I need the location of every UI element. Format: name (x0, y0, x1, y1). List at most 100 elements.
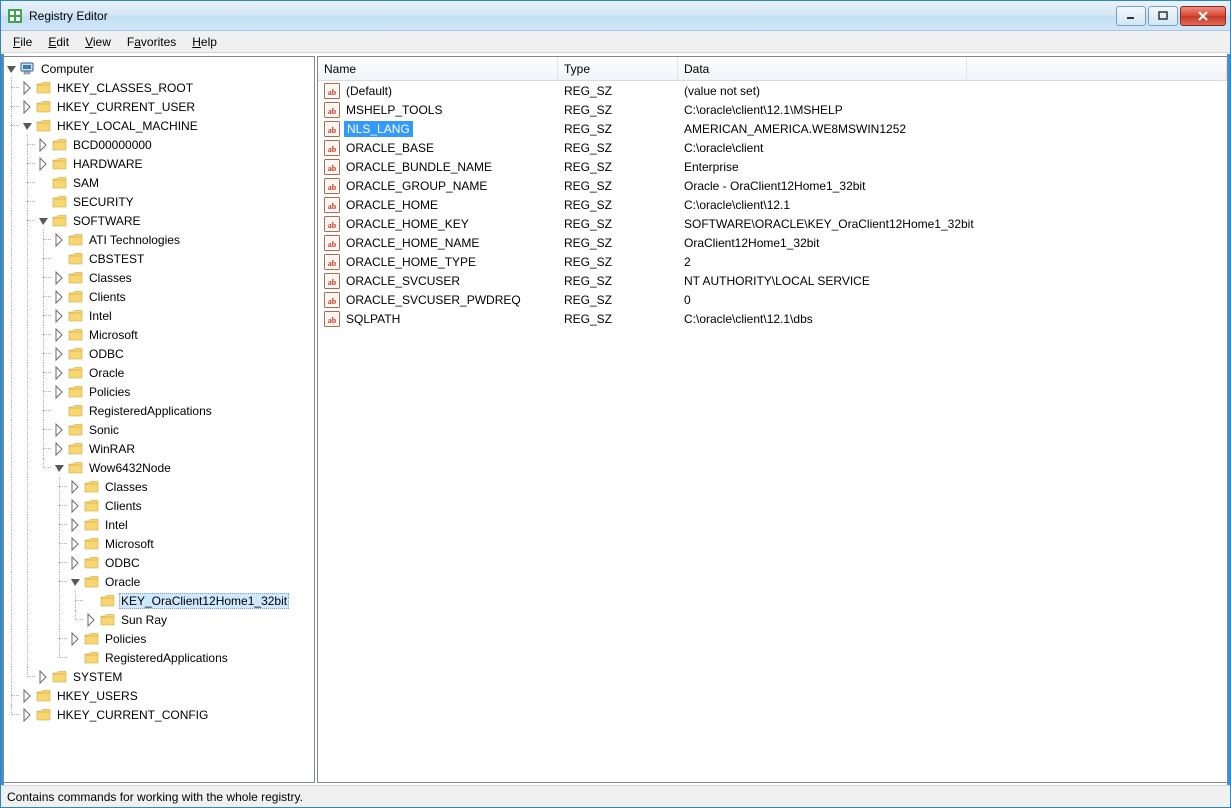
expand-icon[interactable] (68, 517, 84, 533)
tree-node[interactable]: Microsoft (4, 325, 314, 344)
expand-icon[interactable] (52, 384, 68, 400)
expand-icon[interactable] (52, 232, 68, 248)
tree-node[interactable]: HKEY_USERS (4, 686, 314, 705)
tree-node[interactable]: Policies (4, 629, 314, 648)
tree-node[interactable]: Intel (4, 306, 314, 325)
list-row[interactable]: SQLPATHREG_SZC:\oracle\client\12.1\dbs (318, 309, 1227, 328)
expand-icon[interactable] (52, 308, 68, 324)
list-row[interactable]: ORACLE_SVCUSERREG_SZNT AUTHORITY\LOCAL S… (318, 271, 1227, 290)
list-row[interactable]: ORACLE_HOME_NAMEREG_SZOraClient12Home1_3… (318, 233, 1227, 252)
list-row[interactable]: ORACLE_HOME_TYPEREG_SZ2 (318, 252, 1227, 271)
menu-view[interactable]: View (77, 31, 119, 52)
tree-node[interactable]: Intel (4, 515, 314, 534)
expand-icon[interactable] (52, 289, 68, 305)
tree-node[interactable]: HKEY_LOCAL_MACHINE (4, 116, 314, 135)
expand-icon[interactable] (52, 327, 68, 343)
titlebar[interactable]: Registry Editor (1, 1, 1230, 31)
expand-icon[interactable] (36, 156, 52, 172)
expand-icon[interactable] (68, 479, 84, 495)
expand-icon[interactable] (36, 669, 52, 685)
expand-icon[interactable] (52, 270, 68, 286)
collapse-icon[interactable] (4, 61, 20, 77)
menu-favorites[interactable]: Favorites (119, 31, 184, 52)
menu-file[interactable]: File (5, 31, 40, 52)
folder-icon (68, 289, 84, 305)
tree-node[interactable]: BCD00000000 (4, 135, 314, 154)
expand-icon[interactable] (20, 80, 36, 96)
tree-node[interactable]: SOFTWARE (4, 211, 314, 230)
value-data: SOFTWARE\ORACLE\KEY_OraClient12Home1_32b… (678, 217, 1227, 231)
list-row[interactable]: ORACLE_BASEREG_SZC:\oracle\client (318, 138, 1227, 157)
tree-node[interactable]: Oracle (4, 572, 314, 591)
tree-node[interactable]: Sonic (4, 420, 314, 439)
tree-node[interactable]: Computer (4, 59, 314, 78)
tree-node[interactable]: KEY_OraClient12Home1_32bit (4, 591, 314, 610)
expand-icon[interactable] (52, 422, 68, 438)
value-list[interactable]: Name Type Data (Default)REG_SZ(value not… (317, 56, 1228, 783)
menu-help[interactable]: Help (184, 31, 225, 52)
value-data: Enterprise (678, 160, 1227, 174)
expand-icon[interactable] (52, 346, 68, 362)
tree-node[interactable]: Clients (4, 287, 314, 306)
folder-icon (68, 251, 84, 267)
menu-edit[interactable]: Edit (40, 31, 77, 52)
list-row[interactable]: ORACLE_SVCUSER_PWDREQREG_SZ0 (318, 290, 1227, 309)
tree-node[interactable]: HKEY_CURRENT_USER (4, 97, 314, 116)
tree-node[interactable]: HKEY_CLASSES_ROOT (4, 78, 314, 97)
maximize-button[interactable] (1148, 6, 1178, 26)
tree-node[interactable]: Microsoft (4, 534, 314, 553)
tree-node[interactable]: RegisteredApplications (4, 401, 314, 420)
reg-string-icon (324, 311, 340, 327)
registry-tree[interactable]: ComputerHKEY_CLASSES_ROOT HKEY_CURRENT_US… (3, 56, 315, 783)
collapse-icon[interactable] (20, 118, 36, 134)
column-data[interactable]: Data (678, 57, 967, 80)
expand-icon[interactable] (68, 536, 84, 552)
tree-node[interactable]: RegisteredApplications (4, 648, 314, 667)
tree-node[interactable]: ODBC (4, 344, 314, 363)
list-row[interactable]: ORACLE_BUNDLE_NAMEREG_SZEnterprise (318, 157, 1227, 176)
collapse-icon[interactable] (52, 460, 68, 476)
list-row[interactable]: MSHELP_TOOLSREG_SZC:\oracle\client\12.1\… (318, 100, 1227, 119)
expand-icon[interactable] (52, 365, 68, 381)
expand-icon[interactable] (68, 555, 84, 571)
expand-icon[interactable] (68, 631, 84, 647)
tree-node-label: HKEY_CURRENT_USER (55, 99, 197, 115)
tree-node[interactable]: SECURITY (4, 192, 314, 211)
tree-node[interactable]: SAM (4, 173, 314, 192)
column-type[interactable]: Type (558, 57, 678, 80)
list-row[interactable]: ORACLE_GROUP_NAMEREG_SZOracle - OraClien… (318, 176, 1227, 195)
collapse-icon[interactable] (68, 574, 84, 590)
expand-icon[interactable] (84, 612, 100, 628)
tree-node[interactable]: Sun Ray (4, 610, 314, 629)
list-row[interactable]: ORACLE_HOMEREG_SZC:\oracle\client\12.1 (318, 195, 1227, 214)
tree-node[interactable]: SYSTEM (4, 667, 314, 686)
tree-node[interactable]: WinRAR (4, 439, 314, 458)
minimize-button[interactable] (1116, 6, 1146, 26)
tree-node[interactable]: HARDWARE (4, 154, 314, 173)
tree-node-label: Oracle (103, 574, 142, 590)
collapse-icon[interactable] (36, 213, 52, 229)
tree-node[interactable]: Clients (4, 496, 314, 515)
folder-icon (52, 213, 68, 229)
tree-node[interactable]: ODBC (4, 553, 314, 572)
expand-icon[interactable] (20, 99, 36, 115)
folder-icon (68, 346, 84, 362)
tree-node[interactable]: ATI Technologies (4, 230, 314, 249)
tree-node[interactable]: Policies (4, 382, 314, 401)
tree-node[interactable]: CBSTEST (4, 249, 314, 268)
expand-icon[interactable] (20, 707, 36, 723)
list-row[interactable]: (Default)REG_SZ(value not set) (318, 81, 1227, 100)
tree-node[interactable]: Classes (4, 268, 314, 287)
expand-icon[interactable] (20, 688, 36, 704)
column-name[interactable]: Name (318, 57, 558, 80)
list-row[interactable]: ORACLE_HOME_KEYREG_SZSOFTWARE\ORACLE\KEY… (318, 214, 1227, 233)
list-row[interactable]: NLS_LANGREG_SZAMERICAN_AMERICA.WE8MSWIN1… (318, 119, 1227, 138)
expand-icon[interactable] (52, 441, 68, 457)
expand-icon[interactable] (68, 498, 84, 514)
tree-node[interactable]: Oracle (4, 363, 314, 382)
tree-node[interactable]: HKEY_CURRENT_CONFIG (4, 705, 314, 724)
tree-node[interactable]: Wow6432Node (4, 458, 314, 477)
tree-node[interactable]: Classes (4, 477, 314, 496)
expand-icon[interactable] (36, 137, 52, 153)
close-button[interactable] (1180, 6, 1226, 26)
